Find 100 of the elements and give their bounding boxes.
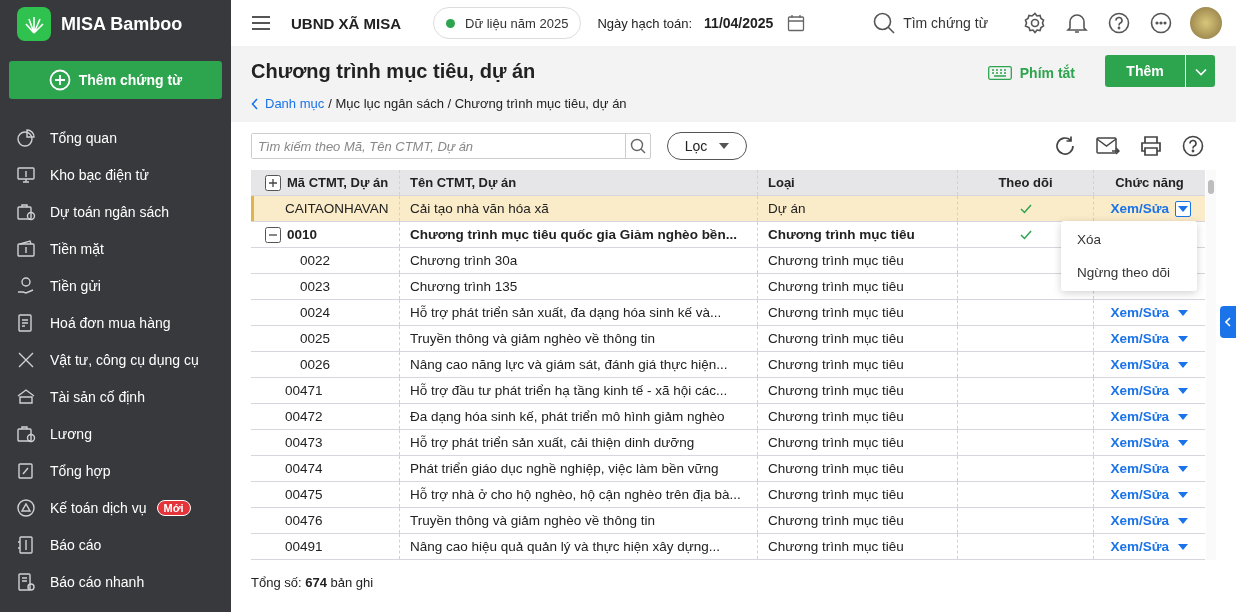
table-cell: Hỗ trợ phát triển sản xuất, cải thiện dinh dưỡng xyxy=(410,435,695,450)
view-edit-link[interactable]: Xem/Sửa xyxy=(1110,383,1169,398)
table-row[interactable]: 0026 Nâng cao năng lực và giám sát, đánh giá thực hiện... Chương trình mục tiêu Xem/Sửa xyxy=(251,352,1205,378)
view-edit-link[interactable]: Xem/Sửa xyxy=(1110,331,1169,346)
search-field[interactable]: Tìm kiếm theo Mã, Tên CTMT, Dự án xyxy=(251,133,651,159)
table-cell: Truyền thông và giảm nghèo về thông tin xyxy=(410,331,655,346)
help-icon[interactable] xyxy=(1182,135,1204,157)
table-row[interactable]: 00473 Hỗ trợ phát triển sản xuất, cải thiện dinh dưỡng Chương trình mục tiêu Xem/Sửa xyxy=(251,430,1205,456)
app-name: MISA Bamboo xyxy=(61,13,183,35)
keyboard-icon xyxy=(987,66,1012,80)
view-edit-link[interactable]: Xem/Sửa xyxy=(1110,201,1169,216)
posting-date-label: Ngày hạch toán: xyxy=(597,15,693,31)
table-cell: Cải tạo nhà văn hóa xã xyxy=(410,201,549,216)
table-row[interactable]: 0025 Truyền thông và giảm nghèo về thông tin Chương trình mục tiêu Xem/Sửa xyxy=(251,326,1205,352)
table-cell: Chương trình 135 xyxy=(410,279,518,294)
view-edit-link[interactable]: Xem/Sửa xyxy=(1110,461,1169,476)
settings-icon[interactable] xyxy=(1024,12,1046,34)
table-cell: 00471 xyxy=(285,383,323,398)
voucher-search-button[interactable]: Tìm chứng từ xyxy=(867,11,994,35)
table-row[interactable]: 00491 Nâng cao hiệu quả quản lý và thực hiện xây dựng... Chương trình mục tiêu Xem/Sửa xyxy=(251,534,1205,560)
table-row[interactable]: 00474 Phát triển giáo dục nghề nghiệp, việc làm bền vững Chương trình mục tiêu Xem/Sửa xyxy=(251,456,1205,482)
table-cell: 00476 xyxy=(285,513,323,528)
table-cell: 00474 xyxy=(285,461,323,476)
table-row[interactable]: 00476 Truyền thông và giảm nghèo về thông tin Chương trình mục tiêu Xem/Sửa xyxy=(251,508,1205,534)
table-cell: Dự án xyxy=(768,201,806,216)
table-row[interactable]: 00472 Đa dạng hóa sinh kế, phát triển mô hình giảm nghèo Chương trình mục tiêu Xem/Sửa xyxy=(251,404,1205,430)
table-cell: CAITAONHAVAN xyxy=(285,201,389,216)
caret-icon xyxy=(1178,205,1188,212)
table-cell: Chương trình mục tiêu xyxy=(768,539,904,554)
sidebar-item[interactable]: Báo cáo xyxy=(9,526,222,563)
table-cell: Chương trình mục tiêu quốc gia Giảm nghèo bền... xyxy=(410,227,737,242)
print-icon[interactable] xyxy=(1140,135,1162,157)
search-icon[interactable] xyxy=(630,138,646,154)
caret-icon xyxy=(1178,413,1188,420)
table-cell: Chương trình mục tiêu xyxy=(768,487,904,502)
sidebar-item[interactable]: Tài sản cố định xyxy=(9,378,222,415)
sidebar-item[interactable]: Tổng hợp xyxy=(9,452,222,489)
sidebar-item[interactable]: Tổng quan xyxy=(9,119,222,156)
avatar-photo-placeholder[interactable] xyxy=(1190,7,1222,39)
view-edit-link[interactable]: Xem/Sửa xyxy=(1110,513,1169,528)
sidebar-item[interactable]: Tiền mặt xyxy=(9,230,222,267)
breadcrumb-back-link[interactable]: Danh mục xyxy=(251,96,325,111)
sidebar-item[interactable]: Báo cáo nhanh xyxy=(9,563,222,600)
view-edit-link[interactable]: Xem/Sửa xyxy=(1110,409,1169,424)
table-cell: Chương trình mục tiêu xyxy=(768,383,904,398)
view-edit-link[interactable]: Xem/Sửa xyxy=(1110,487,1169,502)
table-cell: Hỗ trợ đầu tư phát triển hạ tầng kinh tế - xã hội các... xyxy=(410,383,728,398)
help-icon[interactable] xyxy=(1108,12,1130,34)
table-cell: Chương trình mục tiêu xyxy=(768,513,904,528)
table-row[interactable]: 00475 Hỗ trợ nhà ở cho hộ nghèo, hộ cận nghèo trên địa bà... Chương trình mục tiêu Xem/Sửa xyxy=(251,482,1205,508)
table-row[interactable]: 00471 Hỗ trợ đầu tư phát triển hạ tầng kinh tế - xã hội các... Chương trình mục tiêu Xem/Sửa xyxy=(251,378,1205,404)
collapse-toggle-icon[interactable] xyxy=(265,226,281,243)
table-cell: Chương trình mục tiêu xyxy=(768,305,904,320)
logo-circle-icon xyxy=(16,497,36,518)
table-cell: 0026 xyxy=(300,357,331,372)
table-cell: 00472 xyxy=(285,409,323,424)
view-edit-link[interactable]: Xem/Sửa xyxy=(1110,305,1169,320)
table-cell: Nâng cao năng lực và giám sát, đánh giá thực hiện... xyxy=(410,357,728,372)
table-row[interactable]: 0024 Hỗ trợ phát triển sản xuất, đa dạng hóa sinh kế và... Chương trình mục tiêu Xem/Sửa xyxy=(251,300,1205,326)
table-cell: 00491 xyxy=(285,539,323,554)
expand-all-icon[interactable] xyxy=(265,174,281,191)
caret-icon xyxy=(1178,335,1188,342)
table-cell: Chương trình mục tiêu xyxy=(768,253,904,268)
table-cell: Chương trình mục tiêu xyxy=(768,409,904,424)
data-year-selector[interactable]: Dữ liệu năm 2025 xyxy=(433,7,582,39)
table-cell: Chương trình mục tiêu xyxy=(768,227,915,242)
table-cell: Phát triển giáo dục nghề nghiệp, việc làm bền vững xyxy=(410,461,719,476)
table-cell: 0022 xyxy=(300,253,331,268)
table-cell: Nâng cao hiệu quả quản lý và thực hiện xây dựng... xyxy=(410,539,721,554)
sidebar-item[interactable]: Vật tư, công cụ dụng cụ xyxy=(9,341,222,378)
email-icon[interactable] xyxy=(1096,135,1120,157)
row-actions-dropdown[interactable] xyxy=(1175,200,1191,217)
sidebar-item[interactable]: Kế toán dịch vụ Mới xyxy=(9,489,222,526)
view-edit-link[interactable]: Xem/Sửa xyxy=(1110,539,1169,554)
more-options-icon[interactable] xyxy=(1150,12,1172,34)
search-icon xyxy=(873,12,896,34)
chevron-left-icon xyxy=(251,97,259,110)
plus-circle-icon xyxy=(48,69,71,91)
view-edit-link[interactable]: Xem/Sửa xyxy=(1110,435,1169,450)
add-options-button[interactable] xyxy=(1186,55,1215,87)
filter-button[interactable]: Lọc xyxy=(667,132,747,160)
notification-bell-icon[interactable] xyxy=(1066,12,1088,34)
scrollbar[interactable] xyxy=(1206,170,1216,560)
caret-icon xyxy=(1178,517,1188,524)
sidebar-item[interactable]: Hoá đơn mua hàng xyxy=(9,304,222,341)
table-cell: Đa dạng hóa sinh kế, phát triển mô hình giảm nghèo xyxy=(410,409,725,424)
app-logo-icon xyxy=(17,7,51,41)
organization-name: UBND XÃ MISA xyxy=(291,14,401,32)
sidebar-item[interactable]: Tiền gửi xyxy=(9,267,222,304)
table-cell: Chương trình 30a xyxy=(410,253,518,268)
table-cell: Chương trình mục tiêu xyxy=(768,435,904,450)
sidebar-item[interactable]: Lương xyxy=(9,415,222,452)
menu-icon[interactable] xyxy=(251,15,271,31)
calendar-icon[interactable] xyxy=(787,14,806,32)
panel-collapse-tab[interactable] xyxy=(1220,306,1236,338)
sidebar-item[interactable]: Dự toán ngân sách xyxy=(9,193,222,230)
sidebar-item[interactable]: Kho bạc điện tử xyxy=(9,156,222,193)
monitor-icon xyxy=(16,164,36,185)
refresh-icon[interactable] xyxy=(1054,135,1076,157)
view-edit-link[interactable]: Xem/Sửa xyxy=(1110,357,1169,372)
